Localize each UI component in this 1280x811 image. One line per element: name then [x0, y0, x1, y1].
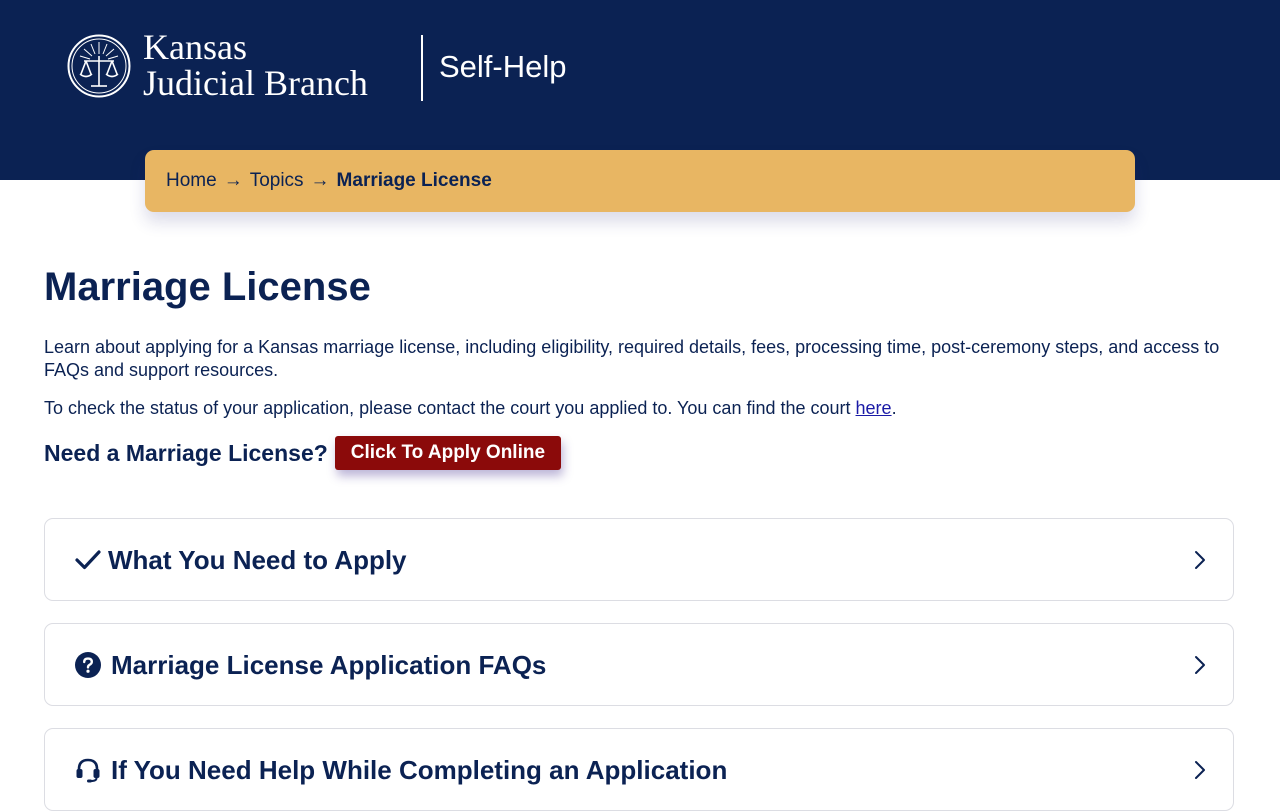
- breadcrumb-separator-arrow-icon: →: [310, 170, 330, 191]
- question-circle-icon: [75, 652, 101, 678]
- page-title: Marriage License: [44, 265, 371, 309]
- chevron-right-icon: [1195, 656, 1205, 674]
- apply-online-button[interactable]: Click To Apply Online: [334, 436, 562, 470]
- breadcrumb-topics[interactable]: Topics: [250, 170, 304, 192]
- breadcrumb-current: Marriage License: [336, 170, 492, 191]
- headset-icon: [76, 758, 100, 783]
- accordion-faqs[interactable]: Marriage License Application FAQs: [44, 623, 1234, 706]
- breadcrumb-home[interactable]: Home: [166, 170, 217, 192]
- section-title[interactable]: Self-Help: [439, 49, 567, 85]
- checkmark-icon: [75, 550, 101, 570]
- accordion-need-help[interactable]: If You Need Help While Completing an App…: [44, 728, 1234, 811]
- apply-row: Need a Marriage License? Click To Apply …: [44, 436, 562, 470]
- breadcrumb-separator-arrow-icon: →: [223, 170, 243, 191]
- court-finder-link[interactable]: here: [856, 398, 892, 418]
- brand-line-1: Kansas: [143, 27, 247, 67]
- chevron-right-icon: [1195, 551, 1205, 569]
- brand-line-2: Judicial Branch: [143, 63, 368, 103]
- scales-of-justice-seal-icon[interactable]: [67, 34, 131, 98]
- accordion-title: Marriage License Application FAQs: [111, 650, 547, 680]
- accordion-title: What You Need to Apply: [108, 545, 407, 575]
- brand-divider: [421, 35, 423, 101]
- need-license-label: Need a Marriage License?: [44, 439, 328, 466]
- status-text-body: To check the status of your application,…: [44, 398, 856, 418]
- breadcrumb: Home → Topics → Marriage License: [145, 150, 1135, 212]
- status-text-end: .: [891, 398, 897, 418]
- brand-name[interactable]: Kansas Judicial Branch: [143, 29, 368, 101]
- accordion-what-you-need[interactable]: What You Need to Apply: [44, 518, 1234, 601]
- accordion-title: If You Need Help While Completing an App…: [111, 755, 728, 785]
- intro-text: Learn about applying for a Kansas marria…: [44, 337, 1220, 380]
- chevron-right-icon: [1195, 761, 1205, 779]
- status-text: To check the status of your application,…: [44, 397, 1224, 420]
